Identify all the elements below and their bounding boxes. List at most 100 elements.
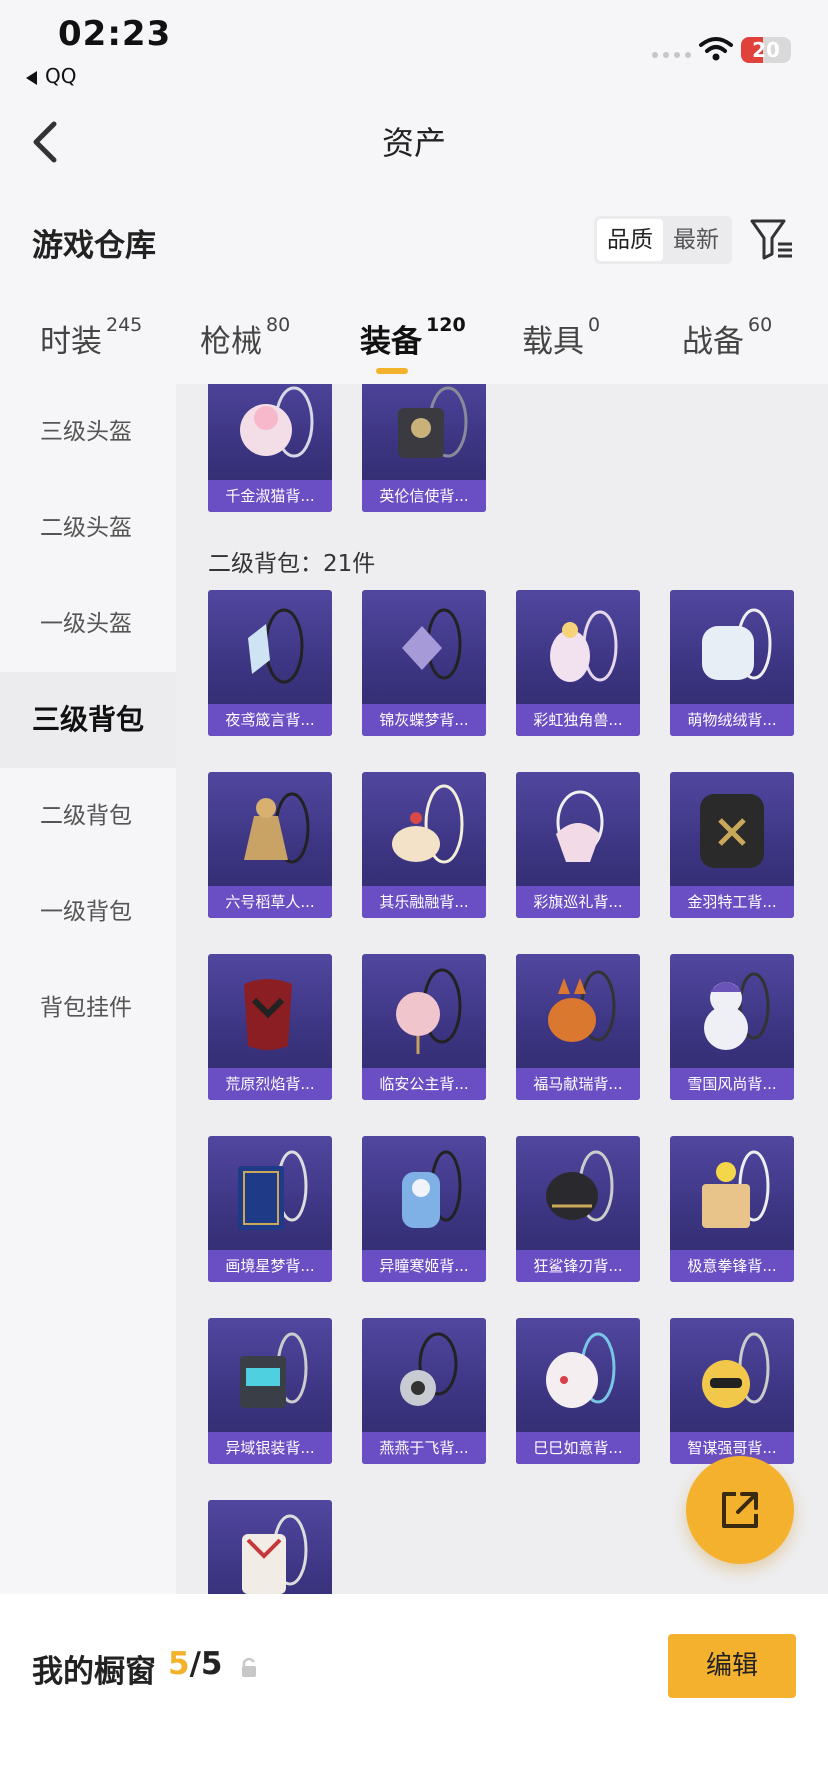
backpack-thumbnail-icon — [546, 1150, 614, 1222]
backpack-card[interactable]: 雪国风尚背... — [670, 954, 794, 1100]
status-bar: 02:23 QQ 20 — [0, 0, 828, 100]
backpack-card[interactable]: 锦灰蝶梦背... — [362, 590, 486, 736]
backpack-card[interactable]: 荒原烈焰背... — [208, 954, 332, 1100]
tab-count: 60 — [748, 314, 773, 336]
backpack-card[interactable]: 彩虹独角兽... — [516, 590, 640, 736]
tab-vehicles[interactable]: 载具 0 — [522, 314, 601, 361]
card-label: 千金淑猫背... — [208, 480, 332, 512]
sidebar-item-level1-helmet[interactable]: 一级头盔 — [0, 576, 176, 672]
tab-equipment[interactable]: 装备 120 — [360, 314, 466, 361]
backpack-thumbnail-icon — [396, 968, 462, 1054]
backpack-thumbnail-icon — [244, 979, 292, 1050]
backpack-thumbnail-icon — [546, 1332, 616, 1408]
backpack-card[interactable]: 千金淑猫背... — [208, 384, 332, 512]
backpack-thumbnail-icon — [548, 970, 616, 1042]
backpack-card[interactable]: 巳巳如意背... — [516, 1318, 640, 1464]
backpack-card[interactable]: 夜鸢箴言背... — [208, 590, 332, 736]
backpack-card[interactable]: 临安公主背... — [362, 954, 486, 1100]
backpack-card[interactable]: 智谋强哥背... — [670, 1318, 794, 1464]
card-label: 临安公主背... — [362, 1068, 486, 1100]
card-label: 燕燕于飞背... — [362, 1432, 486, 1464]
backpack-card[interactable]: 极意拳锋背... — [670, 1136, 794, 1282]
card-label: 六号稻草人... — [208, 886, 332, 918]
card-label: 彩虹独角兽... — [516, 704, 640, 736]
backpack-thumbnail-icon — [400, 1332, 458, 1406]
backpack-card[interactable]: 其乐融融背... — [362, 772, 486, 918]
category-tabs: 时装 245 枪械 80 装备 120 载具 0 战备 60 — [0, 310, 828, 380]
backpack-thumbnail-icon — [402, 1150, 462, 1228]
sidebar-item-backpack-charm[interactable]: 背包挂件 — [0, 960, 176, 1056]
card-label: 狂鲨锋刃背... — [516, 1250, 640, 1282]
tab-count: 80 — [266, 314, 291, 336]
backpack-card[interactable] — [208, 1500, 332, 1594]
backpack-thumbnail-icon — [240, 386, 314, 458]
battery-level: 20 — [752, 38, 780, 62]
backpack-thumbnail-icon — [238, 1150, 308, 1230]
card-label: 荒原烈焰背... — [208, 1068, 332, 1100]
tab-fashion[interactable]: 时装 245 — [40, 314, 143, 361]
backpack-thumbnail-icon — [240, 1332, 308, 1408]
sidebar-item-level1-backpack[interactable]: 一级背包 — [0, 864, 176, 960]
showcase-count: 5/5 — [168, 1646, 223, 1682]
sort-quality-option[interactable]: 品质 — [597, 219, 663, 261]
filter-icon[interactable] — [750, 218, 794, 260]
tab-supplies[interactable]: 战备 60 — [682, 314, 773, 361]
back-triangle-icon — [26, 70, 37, 85]
clock: 02:23 — [58, 14, 172, 54]
card-label: 雪国风尚背... — [670, 1068, 794, 1100]
sort-toggle: 品质 最新 — [594, 216, 732, 264]
backpack-card[interactable]: 异瞳寒姬背... — [362, 1136, 486, 1282]
share-external-icon — [722, 1492, 758, 1528]
backpack-thumbnail-icon — [702, 608, 772, 680]
backpack-thumbnail-icon — [242, 1514, 308, 1594]
group-heading: 二级背包：21件 — [208, 551, 376, 577]
backpack-card[interactable]: 萌物绒绒背... — [670, 590, 794, 736]
backpack-card[interactable]: 彩旗巡礼背... — [516, 772, 640, 918]
backpack-thumbnail-icon — [248, 608, 304, 684]
cellular-signal-icon — [652, 52, 691, 58]
backpack-thumbnail-icon — [702, 1150, 770, 1228]
edit-button[interactable]: 编辑 — [668, 1634, 796, 1698]
backpack-thumbnail-icon — [392, 784, 464, 864]
backpack-card[interactable]: 狂鲨锋刃背... — [516, 1136, 640, 1282]
back-to-app-link[interactable]: QQ — [26, 64, 76, 88]
card-label: 金羽特工背... — [670, 886, 794, 918]
sort-newest-option[interactable]: 最新 — [663, 219, 729, 261]
card-label: 画境星梦背... — [208, 1250, 332, 1282]
sidebar-item-level3-backpack[interactable]: 三级背包 — [0, 672, 176, 768]
card-label: 英伦信使背... — [362, 480, 486, 512]
tab-count: 0 — [588, 314, 601, 336]
card-label: 锦灰蝶梦背... — [362, 704, 486, 736]
lock-icon — [242, 1657, 256, 1677]
tab-count: 245 — [106, 314, 143, 336]
backpack-thumbnail-icon — [398, 386, 468, 458]
card-label: 其乐融融背... — [362, 886, 486, 918]
showcase-bar: 我的橱窗 5/5 编辑 — [0, 1594, 828, 1792]
backpack-thumbnail-icon — [556, 790, 604, 862]
card-label: 极意拳锋背... — [670, 1250, 794, 1282]
backpack-thumbnail-icon — [550, 610, 618, 682]
backpack-card[interactable]: 燕燕于飞背... — [362, 1318, 486, 1464]
backpack-thumbnail-icon — [244, 792, 310, 864]
backpack-card[interactable]: 六号稻草人... — [208, 772, 332, 918]
backpack-thumbnail-icon — [702, 1332, 770, 1408]
sidebar-item-level2-helmet[interactable]: 二级头盔 — [0, 480, 176, 576]
showcase-title: 我的橱窗 — [32, 1654, 156, 1690]
active-tab-indicator — [376, 368, 408, 374]
backpack-card[interactable]: 画境星梦背... — [208, 1136, 332, 1282]
backpack-card[interactable]: 金羽特工背... — [670, 772, 794, 918]
backpack-thumbnail-icon — [700, 794, 764, 868]
item-grid: 千金淑猫背... 英伦信使背... 二级背包：21件 夜鸢箴言背... 锦灰蝶梦… — [176, 384, 828, 1594]
section-title: 游戏仓库 — [32, 228, 156, 264]
card-label: 夜鸢箴言背... — [208, 704, 332, 736]
share-fab[interactable] — [686, 1456, 794, 1564]
sidebar: 三级头盔 二级头盔 一级头盔 三级背包 二级背包 一级背包 背包挂件 — [0, 384, 176, 1594]
tab-firearms[interactable]: 枪械 80 — [200, 314, 291, 361]
backpack-card[interactable]: 福马献瑞背... — [516, 954, 640, 1100]
sidebar-item-level2-backpack[interactable]: 二级背包 — [0, 768, 176, 864]
card-label: 彩旗巡礼背... — [516, 886, 640, 918]
backpack-card[interactable]: 异域银装背... — [208, 1318, 332, 1464]
backpack-card[interactable]: 英伦信使背... — [362, 384, 486, 512]
back-app-label: QQ — [45, 64, 77, 88]
sidebar-item-level3-helmet[interactable]: 三级头盔 — [0, 384, 176, 480]
